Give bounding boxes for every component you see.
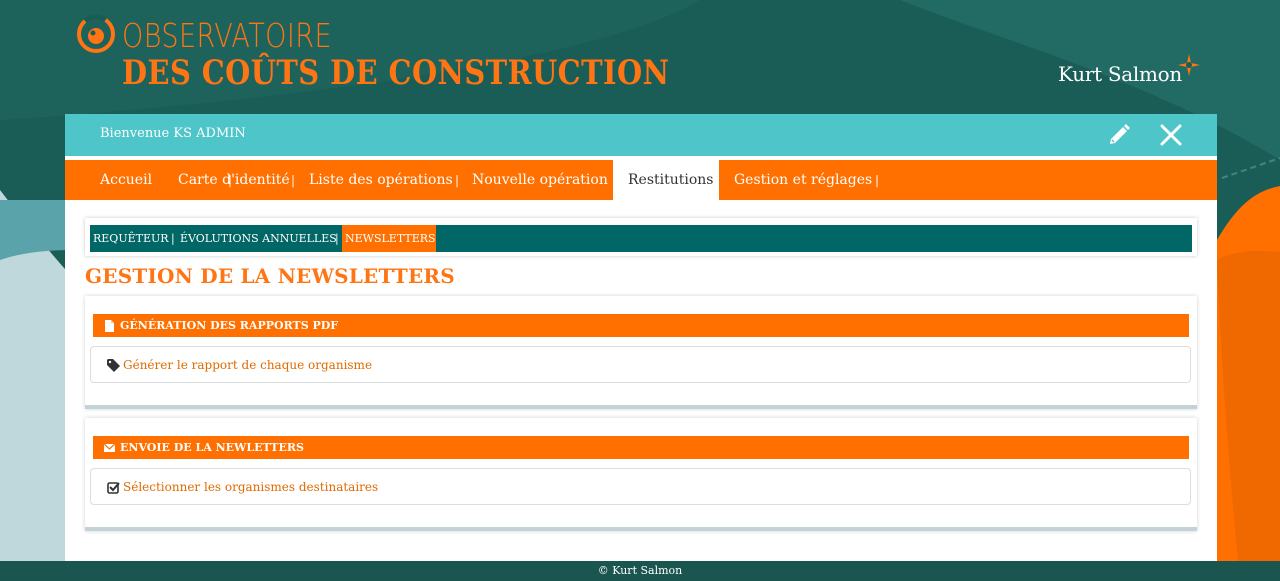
nav-item-liste-operations[interactable]: Liste des opérations: [309, 160, 453, 200]
checkbox-icon: [107, 482, 120, 494]
panel-header: GÉNÉRATION DES RAPPORTS PDF: [93, 314, 1189, 337]
panel-title: ENVOIE DE LA NEWLETTERS: [120, 441, 304, 454]
pencil-icon[interactable]: [1107, 123, 1131, 147]
nav-item-restitutions[interactable]: Restitutions: [628, 160, 714, 200]
logo-title-line1: OBSERVATOIRE: [122, 16, 332, 55]
sub-nav-item-newsletters[interactable]: NEWSLETTERS: [345, 225, 436, 252]
nav-separator: |: [291, 173, 296, 187]
sub-nav-separator: |: [171, 232, 175, 245]
close-icon[interactable]: [1159, 123, 1183, 147]
file-icon: [105, 320, 114, 332]
nav-separator: |: [875, 173, 880, 187]
tag-icon: [107, 359, 120, 372]
compass-star-icon: [1178, 54, 1200, 76]
welcome-text: Bienvenue KS ADMIN: [100, 126, 246, 141]
eye-circle-icon: [76, 14, 116, 54]
nav-item-accueil[interactable]: Accueil: [100, 160, 152, 200]
panel-header: ENVOIE DE LA NEWLETTERS: [93, 436, 1189, 459]
nav-separator: |: [455, 173, 460, 187]
sub-nav-separator: |: [335, 232, 339, 245]
sub-nav-item-evolutions[interactable]: ÉVOLUTIONS ANNUELLES: [180, 225, 337, 252]
pdf-reports-panel: GÉNÉRATION DES RAPPORTS PDF Générer le r…: [85, 296, 1197, 409]
welcome-bar: Bienvenue KS ADMIN: [65, 114, 1217, 156]
brand-name: Kurt Salmon: [1058, 62, 1182, 86]
panel-title: GÉNÉRATION DES RAPPORTS PDF: [120, 319, 339, 332]
logo-title-line2: DES COÛTS DE CONSTRUCTION: [122, 53, 670, 93]
site-logo[interactable]: OBSERVATOIRE DES COÛTS DE CONSTRUCTION: [76, 14, 676, 94]
panel-body: Générer le rapport de chaque organisme: [90, 346, 1191, 383]
newsletter-send-panel: ENVOIE DE LA NEWLETTERS Sélectionner les…: [85, 418, 1197, 531]
sub-nav-item-requeteur[interactable]: REQUÊTEUR: [93, 225, 169, 252]
panel-body: Sélectionner les organismes destinataire…: [90, 468, 1191, 505]
main-nav: Accueil | Carte d'identité | Liste des o…: [65, 160, 1217, 200]
nav-item-gestion-reglages[interactable]: Gestion et réglages: [734, 160, 872, 200]
sub-nav: REQUÊTEUR | ÉVOLUTIONS ANNUELLES | NEWSL…: [90, 225, 1192, 252]
envelope-icon: [104, 443, 115, 452]
sub-nav-container: REQUÊTEUR | ÉVOLUTIONS ANNUELLES | NEWSL…: [85, 218, 1197, 256]
nav-item-nouvelle-operation[interactable]: Nouvelle opération: [472, 160, 608, 200]
page-title: GESTION DE LA NEWSLETTERS: [85, 264, 455, 288]
nav-item-carte-identite[interactable]: Carte d'identité: [178, 160, 290, 200]
main-content: Bienvenue KS ADMIN Accueil | Carte d'ide…: [65, 114, 1217, 561]
footer-copyright: © Kurt Salmon: [597, 564, 683, 577]
generate-report-link[interactable]: Générer le rapport de chaque organisme: [123, 358, 372, 372]
select-recipients-link[interactable]: Sélectionner les organismes destinataire…: [123, 480, 378, 494]
